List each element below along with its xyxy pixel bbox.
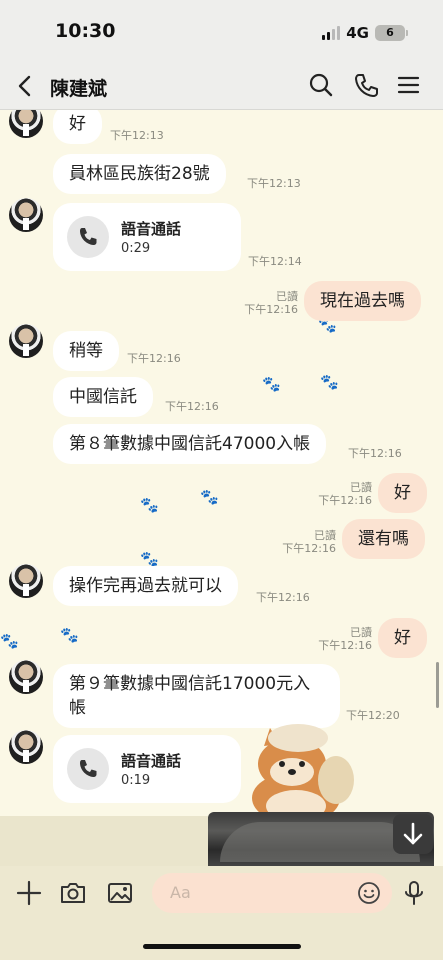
message-bubble[interactable]: 好 (53, 110, 102, 144)
image-icon (108, 883, 132, 903)
avatar[interactable] (9, 730, 43, 764)
call-icon-circle (67, 216, 109, 258)
message-time: 下午12:16 (127, 352, 181, 365)
status-bar: 10:30 4G 6 (0, 0, 443, 62)
message-bubble[interactable]: 現在過去嗎 (304, 281, 421, 321)
chat-header: 陳建斌 (0, 62, 443, 110)
emoji-icon[interactable] (356, 880, 382, 906)
avatar[interactable] (9, 564, 43, 598)
search-button[interactable] (306, 70, 336, 100)
avatar[interactable] (9, 324, 43, 358)
status-indicators: 4G 6 (322, 24, 408, 42)
message-bubble[interactable]: 操作完再過去就可以 (53, 566, 238, 606)
message-bubble[interactable]: 稍等 (53, 331, 119, 371)
read-label: 已讀 (350, 481, 372, 494)
message-bubble[interactable]: 第８筆數據中國信託47000入帳 (53, 424, 327, 464)
paw-decoration: 🐾 (320, 373, 339, 391)
phone-icon (355, 74, 378, 97)
paw-decoration: 🐾 (140, 496, 159, 514)
paw-decoration: 🐾 (0, 632, 19, 650)
menu-button[interactable] (394, 70, 424, 100)
message-time: 下午12:16 (256, 591, 310, 604)
scroll-indicator[interactable] (436, 662, 439, 708)
mic-button[interactable] (399, 878, 429, 908)
read-label: 已讀 (314, 529, 336, 542)
scroll-to-bottom-button[interactable] (393, 814, 433, 854)
back-button[interactable] (12, 70, 40, 102)
message-time: 下午12:16 (348, 447, 402, 460)
phone-icon (80, 760, 97, 777)
read-receipt: 已讀 下午12:16 (244, 290, 298, 316)
call-duration: 0:29 (121, 241, 151, 256)
signal-icon (322, 26, 341, 40)
battery-icon: 6 (375, 25, 408, 41)
message-bubble[interactable]: 好 (378, 618, 427, 658)
plus-icon (16, 880, 42, 906)
call-title: 語音通話 (121, 752, 182, 770)
camera-icon (61, 883, 85, 903)
home-indicator (143, 944, 301, 949)
chat-title: 陳建斌 (50, 78, 108, 100)
message-time: 下午12:16 (318, 639, 372, 652)
avatar[interactable] (9, 660, 43, 694)
paw-decoration: 🐾 (60, 626, 79, 644)
read-label: 已讀 (276, 290, 298, 303)
avatar[interactable] (9, 110, 43, 138)
read-receipt: 已讀 下午12:16 (318, 481, 372, 507)
call-button[interactable] (351, 70, 381, 100)
message-time: 下午12:13 (110, 129, 164, 142)
input-placeholder: Aa (170, 883, 191, 902)
search-icon (309, 73, 333, 97)
plus-button[interactable] (14, 878, 44, 908)
message-time: 下午12:16 (282, 542, 336, 555)
avatar[interactable] (9, 198, 43, 232)
camera-button[interactable] (58, 878, 88, 908)
back-icon (18, 75, 31, 97)
arrow-down-icon (403, 822, 423, 845)
read-label: 已讀 (350, 626, 372, 639)
image-button[interactable] (105, 878, 135, 908)
call-icon-circle (67, 748, 109, 790)
message-bubble[interactable]: 中國信託 (53, 377, 153, 417)
phone-icon (80, 228, 97, 245)
message-time: 下午12:16 (244, 303, 298, 316)
call-duration: 0:19 (121, 773, 151, 788)
message-bubble[interactable]: 第９筆數據中國信託17000元入帳 (53, 664, 340, 728)
call-title: 語音通話 (121, 220, 182, 238)
message-time: 下午12:13 (247, 177, 301, 190)
message-composer: Aa (0, 866, 443, 960)
mic-icon (405, 881, 423, 905)
status-time: 10:30 (55, 20, 116, 42)
shiba-sticker-image (252, 724, 354, 816)
network-label: 4G (346, 24, 369, 42)
menu-icon (397, 76, 420, 94)
message-bubble[interactable]: 員林區民族街28號 (53, 154, 226, 194)
message-input[interactable]: Aa (152, 873, 392, 913)
paw-decoration: 🐾 (200, 488, 219, 506)
message-bubble[interactable]: 還有嗎 (342, 519, 425, 559)
message-time: 下午12:16 (165, 400, 219, 413)
read-receipt: 已讀 下午12:16 (282, 529, 336, 555)
message-time: 下午12:16 (318, 494, 372, 507)
chat-area[interactable]: 🐾 🐾 🐾 🐾 🐾 🐾 🐾 🐾 好 下午12:13 員林區民族街28號 下午12… (0, 110, 443, 816)
voice-call-bubble[interactable]: 語音通話 0:19 (53, 735, 241, 803)
read-receipt: 已讀 下午12:16 (318, 626, 372, 652)
bottom-strip (0, 816, 208, 866)
message-bubble[interactable]: 好 (378, 473, 427, 513)
voice-call-bubble[interactable]: 語音通話 0:29 (53, 203, 241, 271)
paw-decoration: 🐾 (262, 375, 281, 393)
message-time: 下午12:14 (248, 255, 302, 268)
